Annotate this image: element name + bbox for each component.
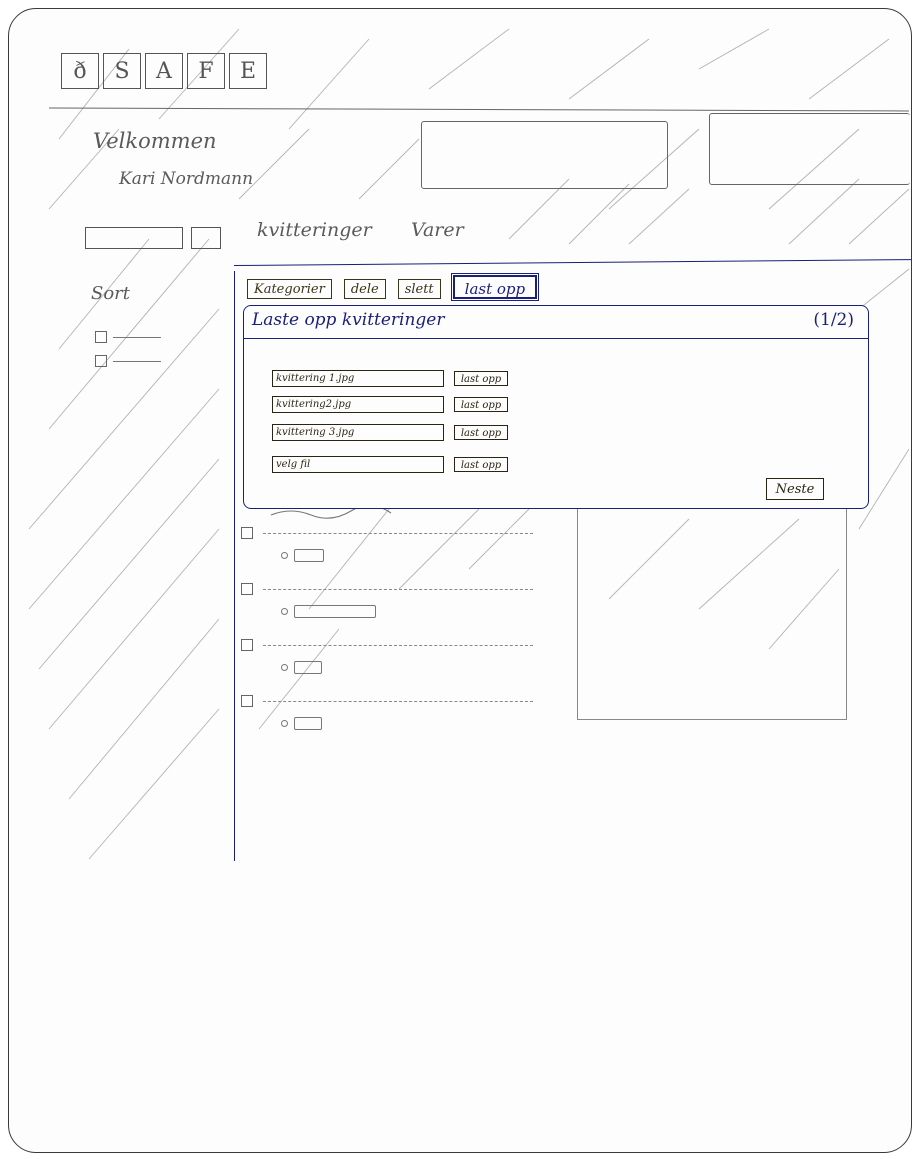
sidebar-title: Sort (91, 283, 131, 304)
sidebar-item-label (113, 360, 161, 362)
list-item-title (263, 700, 533, 702)
logo-letter: ð (61, 53, 99, 89)
upload-dialog: Laste opp kvitteringer (1/2) kvittering … (243, 305, 869, 509)
file-row: kvittering2.jpg last opp (272, 396, 508, 413)
upload-button[interactable]: last opp (454, 397, 508, 412)
welcome-text: Velkommen (93, 129, 217, 153)
choose-file-field[interactable]: velg fil (272, 456, 444, 473)
logo-letter: E (229, 53, 267, 89)
nav-receipts[interactable]: kvitteringer (257, 219, 372, 241)
list-checkbox[interactable] (241, 639, 253, 651)
tab-upload[interactable]: last opp (450, 273, 540, 301)
app-logo[interactable]: ð S A F E (61, 53, 267, 89)
list-item-bullet (281, 608, 288, 615)
panel-top-border (233, 258, 911, 266)
dialog-step-indicator: (1/2) (813, 310, 854, 330)
user-name: Kari Nordmann (119, 169, 254, 189)
logo-letter: S (103, 53, 141, 89)
sidebar-checkbox[interactable] (95, 355, 107, 367)
list-checkbox[interactable] (241, 583, 253, 595)
file-row: velg fil last opp (272, 456, 508, 473)
list-item-title (263, 588, 533, 590)
list-item-bullet (281, 720, 288, 727)
list-checkbox[interactable] (241, 527, 253, 539)
file-row: kvittering 3.jpg last opp (272, 424, 508, 441)
file-row: kvittering 1.jpg last opp (272, 370, 508, 387)
tab-categories[interactable]: Kategorier (247, 279, 332, 299)
list-item[interactable] (241, 639, 533, 674)
upload-button[interactable]: last opp (454, 371, 508, 386)
list-item[interactable] (241, 583, 533, 618)
nav-products[interactable]: Varer (411, 219, 464, 241)
upload-button[interactable]: last opp (454, 425, 508, 440)
toolbar-field[interactable] (85, 227, 183, 249)
list-item-title (263, 532, 533, 534)
sidebar-item-label (113, 336, 161, 338)
list-item-tag (294, 605, 376, 618)
sidebar-item[interactable] (95, 331, 161, 343)
file-name-field[interactable]: kvittering 1.jpg (272, 370, 444, 387)
toolbar-button[interactable] (191, 227, 221, 249)
file-name-field[interactable]: kvittering2.jpg (272, 396, 444, 413)
list-item-tag (294, 661, 322, 674)
dialog-title: Laste opp kvitteringer (252, 310, 445, 330)
toolbar (85, 227, 221, 249)
sidebar-item[interactable] (95, 355, 161, 367)
action-tabs: Kategorier dele slett last opp (247, 273, 540, 301)
list-item-title (263, 644, 533, 646)
list-item-bullet (281, 552, 288, 559)
list-item-tag (294, 717, 322, 730)
header-placeholder-box[interactable] (709, 113, 910, 185)
header-divider (49, 107, 909, 112)
logo-letter: A (145, 53, 183, 89)
sketch-sheet: ð S A F E Velkommen Kari Nordmann kvitte… (8, 8, 912, 1153)
tab-share[interactable]: dele (343, 279, 386, 299)
list-item[interactable] (241, 695, 533, 730)
tab-delete[interactable]: slett (397, 279, 441, 299)
next-button[interactable]: Neste (766, 478, 824, 500)
list-checkbox[interactable] (241, 695, 253, 707)
file-name-field[interactable]: kvittering 3.jpg (272, 424, 444, 441)
upload-button[interactable]: last opp (454, 457, 508, 472)
panel-left-border (234, 271, 235, 861)
list-item[interactable] (241, 527, 533, 562)
list-item-tag (294, 549, 324, 562)
header-search-box[interactable] (421, 121, 668, 189)
logo-letter: F (187, 53, 225, 89)
detail-preview-pane (577, 509, 847, 720)
dialog-title-divider (244, 338, 868, 339)
list-item-bullet (281, 664, 288, 671)
sidebar-checkbox[interactable] (95, 331, 107, 343)
